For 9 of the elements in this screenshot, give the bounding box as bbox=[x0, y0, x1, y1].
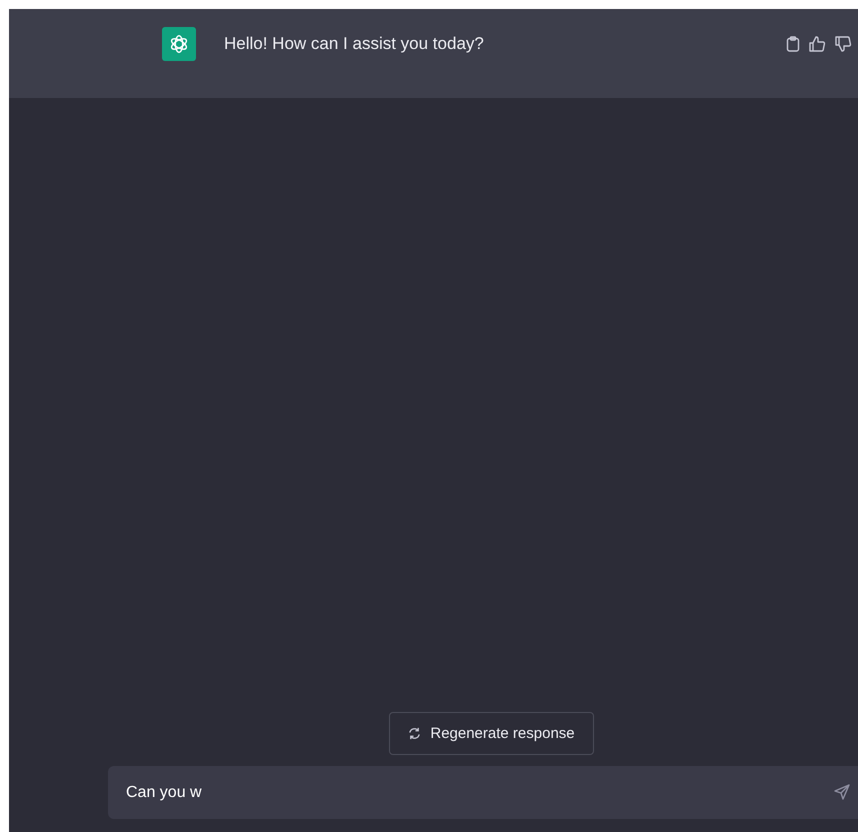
assistant-avatar-icon bbox=[162, 27, 196, 61]
send-icon[interactable] bbox=[834, 784, 850, 800]
regenerate-response-button[interactable]: Regenerate response bbox=[389, 712, 594, 755]
refresh-icon bbox=[408, 727, 422, 740]
message-text: Hello! How can I assist you today? bbox=[224, 33, 484, 55]
message-input-field[interactable]: Can you w bbox=[108, 766, 858, 819]
clipboard-icon[interactable] bbox=[786, 36, 800, 52]
thumbs-up-icon[interactable] bbox=[809, 36, 826, 52]
thumbs-down-icon[interactable] bbox=[835, 36, 852, 52]
